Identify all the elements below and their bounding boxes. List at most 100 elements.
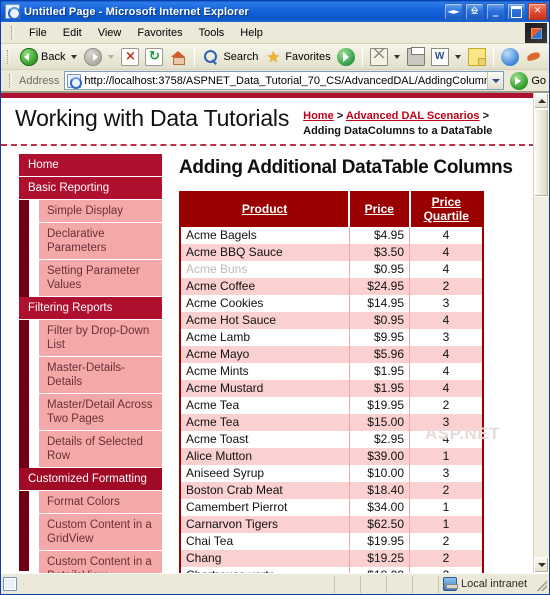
menu-grip-handle[interactable] [11, 25, 14, 40]
cell-price: $15.00 [349, 413, 411, 431]
forward-icon [84, 47, 103, 66]
sidebar-item-filtering-reports[interactable]: Filtering Reports [19, 297, 162, 321]
search-button[interactable]: Search [199, 46, 261, 68]
mail-dropdown-icon[interactable] [393, 54, 400, 59]
column-header-product[interactable]: Product [180, 192, 351, 227]
research-button[interactable] [546, 46, 550, 68]
table-row[interactable]: Acme Mustard $1.95 4 [180, 379, 483, 397]
cell-price-quartile: 3 [442, 329, 450, 344]
breadcrumb-link-section[interactable]: Advanced DAL Scenarios [346, 110, 480, 122]
go-button[interactable]: Go [510, 71, 546, 90]
media-button[interactable] [334, 46, 358, 68]
breadcrumb: Home > Advanced DAL Scenarios > Adding D… [303, 106, 525, 139]
page-scrollbar[interactable] [533, 93, 549, 573]
table-row[interactable]: Acme Hot Sauce $0.95 4 [180, 311, 483, 329]
maximize-button[interactable] [507, 3, 526, 20]
forward-button[interactable] [81, 46, 105, 68]
table-row[interactable]: Acme Bagels $4.95 4 [180, 226, 483, 244]
table-row[interactable]: Acme Tea $15.00 3 [180, 413, 483, 431]
edit-dropdown-icon[interactable] [454, 54, 461, 59]
cell-product: Acme Coffee [180, 277, 350, 295]
table-row[interactable]: Acme Lamb $9.95 3 [180, 328, 483, 346]
menu-item-help[interactable]: Help [232, 25, 271, 41]
sidebar-item-master-details-details[interactable]: Master-Details-Details [39, 357, 162, 395]
address-input[interactable]: http://localhost:3758/ASPNET_Data_Tutori… [64, 71, 505, 90]
sidebar-item-declarative-parameters[interactable]: Declarative Parameters [39, 223, 162, 261]
sidebar-item-format-colors[interactable]: Format Colors [39, 491, 162, 515]
menu-item-edit[interactable]: Edit [55, 25, 90, 41]
table-row[interactable]: Chai Tea $19.95 2 [180, 532, 483, 550]
table-row[interactable]: Aniseed Syrup $10.00 3 [180, 464, 483, 482]
page-viewport: Working with Data Tutorials Home > Advan… [1, 92, 549, 573]
column-header-price[interactable]: Price [349, 192, 411, 227]
table-row[interactable]: Acme Cookies $14.95 3 [180, 294, 483, 312]
menu-item-favorites[interactable]: Favorites [129, 25, 190, 41]
cell-price: $3.50 [349, 243, 411, 261]
cell-price-quartile: 2 [409, 277, 483, 295]
sidebar-item-simple-display[interactable]: Simple Display [39, 200, 162, 224]
security-zone-indicator[interactable]: Local intranet [437, 575, 533, 593]
table-row[interactable]: Alice Mutton $39.00 1 [180, 447, 483, 465]
address-url-text: http://localhost:3758/ASPNET_Data_Tutori… [84, 74, 488, 87]
scrollbar-thumb[interactable] [534, 109, 549, 197]
toolbar-grip-handle[interactable] [7, 49, 10, 64]
table-row[interactable]: Carnarvon Tigers $62.50 1 [180, 515, 483, 533]
print-button[interactable] [404, 46, 428, 68]
menu-item-view[interactable]: View [90, 25, 130, 41]
minimize-button[interactable]: _ [486, 3, 505, 20]
close-button[interactable]: ✕ [528, 3, 547, 20]
search-label: Search [223, 50, 259, 63]
resize-grip-icon[interactable] [533, 577, 547, 591]
scrollbar-track[interactable] [534, 109, 549, 557]
toolbar-separator-2 [361, 47, 363, 66]
column-header-price-quartile[interactable]: Price Quartile [409, 192, 483, 227]
table-row[interactable]: Acme BBQ Sauce $3.50 4 [180, 243, 483, 261]
cell-product: Acme BBQ Sauce [180, 243, 350, 261]
refresh-button[interactable] [142, 46, 166, 68]
notes-button[interactable] [465, 46, 489, 68]
sidebar-item-home[interactable]: Home [19, 154, 162, 178]
sidebar-item-details-of-selected-row[interactable]: Details of Selected Row [39, 431, 162, 469]
messenger-button[interactable] [498, 46, 522, 68]
table-row[interactable]: Acme Tea $19.95 2 [180, 396, 483, 414]
table-row[interactable]: Chang $19.25 2 [180, 549, 483, 567]
table-row[interactable]: Acme Coffee $24.95 2 [180, 277, 483, 295]
table-row[interactable]: Chartreuse verte$18.002 [180, 566, 483, 573]
back-button[interactable]: Back [17, 46, 68, 68]
menu-bar: File Edit View Favorites Tools Help [1, 22, 549, 44]
stop-button[interactable] [118, 46, 142, 68]
favorites-button[interactable]: Favorites [261, 46, 333, 68]
realplayer-button[interactable] [522, 46, 546, 68]
address-history-dropdown-icon[interactable] [487, 72, 504, 89]
table-row[interactable]: Acme Toast $2.95 4 [180, 430, 483, 448]
forward-history-dropdown-icon[interactable] [108, 54, 115, 59]
favorites-star-icon [264, 48, 282, 66]
table-row[interactable]: Acme Buns $0.95 4 [180, 260, 483, 278]
back-history-dropdown-icon[interactable] [71, 54, 78, 59]
sidebar-item-basic-reporting[interactable]: Basic Reporting [19, 177, 162, 201]
table-row[interactable]: Acme Mints $1.95 4 [180, 362, 483, 380]
sidebar-item-custom-content-in-a-detailsview[interactable]: Custom Content in a DetailsView [39, 551, 162, 573]
breadcrumb-separator-2: > [479, 110, 489, 122]
breadcrumb-link-home[interactable]: Home [303, 110, 334, 122]
mail-button[interactable] [367, 46, 391, 68]
sidebar-item-custom-content-in-a-gridview[interactable]: Custom Content in a GridView [39, 514, 162, 552]
restore-group-button[interactable]: ◄► [444, 3, 463, 20]
menu-item-file[interactable]: File [21, 25, 55, 41]
sidebar-item-setting-parameter-values[interactable]: Setting Parameter Values [39, 260, 162, 298]
home-button[interactable] [166, 46, 190, 68]
scroll-up-icon[interactable] [534, 93, 549, 109]
table-row[interactable]: Acme Mayo $5.96 4 [180, 345, 483, 363]
table-row[interactable]: Camembert Pierrot $34.00 1 [180, 498, 483, 516]
sidebar-item-filter-by-drop-down-list[interactable]: Filter by Drop-Down List [39, 320, 162, 358]
table-row[interactable]: Boston Crab Meat $18.40 2 [180, 481, 483, 499]
cell-price-quartile: 3 [442, 295, 450, 310]
restore-window-button[interactable]: ⎒ [465, 3, 484, 20]
sidebar-item-customized-formatting[interactable]: Customized Formatting [19, 468, 162, 492]
address-grip-handle[interactable] [9, 73, 12, 88]
scroll-down-icon[interactable] [534, 557, 549, 573]
cell-price-quartile: 4 [442, 431, 450, 446]
edit-button[interactable] [428, 46, 452, 68]
sidebar-item-master-detail-across-two-pages[interactable]: Master/Detail Across Two Pages [39, 394, 162, 432]
menu-item-tools[interactable]: Tools [191, 25, 233, 41]
